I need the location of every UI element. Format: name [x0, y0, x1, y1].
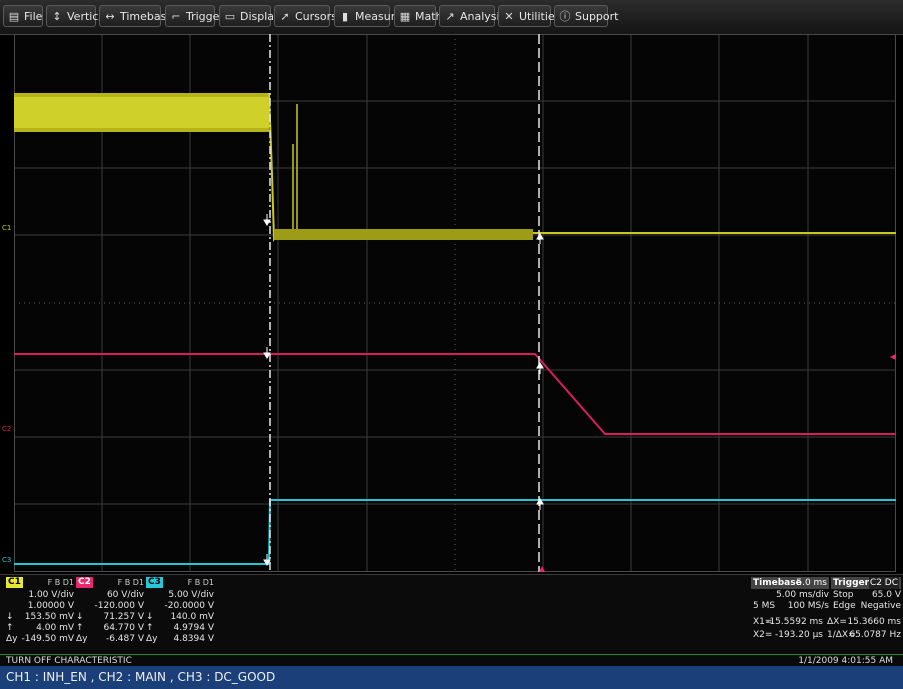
- trigger-level-marker: [890, 354, 896, 360]
- c2-dy-label: Δy: [76, 634, 88, 644]
- c3-cursor1-value: 140.0 mV: [170, 612, 214, 622]
- c2-dy-value: -6.487 V: [105, 634, 144, 644]
- c2-descriptor[interactable]: C2 F B D1 60 V/div -120.000 V ↓ 71.257 V…: [76, 577, 144, 653]
- analysis-menu-button[interactable]: ↗ Analysis: [439, 5, 505, 27]
- cursor-x1-value: -15.5592 ms: [766, 617, 823, 627]
- c3-cursor2-value: 4.9794 V: [173, 623, 214, 633]
- menu-label: File: [24, 10, 43, 23]
- trigger-header: Trigger C2 DC: [831, 577, 901, 589]
- c2-offset: -120.000 V: [94, 601, 144, 611]
- cursor-dx-label: ΔX=: [827, 617, 847, 627]
- c2-vdiv: 60 V/div: [106, 590, 144, 600]
- c1-dy-value: -149.50 mV: [21, 634, 74, 644]
- vertical-icon: ↕: [52, 10, 62, 23]
- down-arrow-icon: ↓: [146, 612, 154, 622]
- c2-cursor1-value: 71.257 V: [103, 612, 144, 622]
- analysis-icon: ↗: [445, 10, 455, 23]
- c1-vdiv: 1.00 V/div: [28, 590, 74, 600]
- utilities-menu-button[interactable]: ✕ Utilities: [498, 5, 560, 27]
- vertical-menu-button[interactable]: ↕ Vertical: [46, 5, 108, 27]
- down-arrow-icon: ↓: [6, 612, 14, 622]
- timebase-tdiv: 5.00 ms/div: [776, 590, 829, 600]
- cursor-dx-value: 15.3660 ms: [847, 617, 901, 627]
- cursors-menu-button[interactable]: ➚ Cursors: [274, 5, 337, 27]
- trigger-box[interactable]: Trigger C2 DC Stop 65.0 V Edge Negative: [831, 577, 901, 611]
- c3-vdiv: 5.00 V/div: [168, 590, 214, 600]
- c2-ground-label: C2: [2, 425, 12, 433]
- support-icon: ⓘ: [559, 10, 571, 23]
- timebase-trigger-panel[interactable]: Timebase 5.0 ms 5.00 ms/div 5 MS 100 MS/s…: [751, 577, 901, 643]
- c1-descriptor[interactable]: C1 F B D1 1.00 V/div 1.00000 V ↓ 153.50 …: [6, 577, 74, 653]
- c1-dy-label: Δy: [6, 634, 18, 644]
- timebase-icon: ↔: [105, 10, 115, 23]
- timebase-box[interactable]: Timebase 5.0 ms 5.00 ms/div 5 MS 100 MS/s: [751, 577, 829, 611]
- up-arrow-icon: ↑: [76, 623, 84, 633]
- utilities-icon: ✕: [504, 10, 514, 23]
- c3-ground-label: C3: [2, 556, 12, 564]
- display-menu-button[interactable]: ▭ Display: [219, 5, 281, 27]
- trigger-level: 65.0 V: [871, 590, 901, 600]
- c3-dy-value: 4.8394 V: [173, 634, 214, 644]
- support-menu-button[interactable]: ⓘ Support: [554, 5, 618, 27]
- measure-menu-button[interactable]: ▮ Measure: [334, 5, 402, 27]
- display-icon: ▭: [224, 10, 236, 23]
- waveform-canvas: [14, 34, 896, 572]
- c1-offset: 1.00000 V: [27, 601, 74, 611]
- cursors-icon: ➚: [280, 10, 290, 23]
- c1-ground-label: C1: [2, 224, 12, 232]
- channel-description: CH1 : INH_EN , CH2 : MAIN , CH3 : DC_GOO…: [0, 666, 903, 689]
- timebase-rate: 100 MS/s: [787, 601, 829, 611]
- math-icon: ▦: [399, 10, 411, 23]
- trigger-mode: Stop: [833, 590, 854, 600]
- info-panel: C1 F B D1 1.00 V/div 1.00000 V ↓ 153.50 …: [0, 574, 903, 655]
- file-menu-button[interactable]: ▤ File: [3, 5, 43, 27]
- trigger-slope: Negative: [860, 601, 901, 611]
- c3-offset: -20.0000 V: [164, 601, 214, 611]
- menu-label: Support: [575, 10, 619, 23]
- timebase-menu-button[interactable]: ↔ Timebase: [99, 5, 173, 27]
- c1-noise-low: [274, 229, 533, 240]
- up-arrow-icon: ↑: [6, 623, 14, 633]
- timebase-header: Timebase 5.0 ms: [751, 577, 829, 589]
- c1-noise-core: [14, 97, 269, 128]
- down-arrow-icon: ↓: [76, 612, 84, 622]
- c3-flags: F B D1: [187, 578, 214, 587]
- measure-icon: ▮: [341, 10, 349, 23]
- trigger-menu-button[interactable]: ⌐ Trigger: [165, 5, 224, 27]
- menu-label: Cursors: [295, 10, 337, 23]
- cursor-inv-value: 65.0787 Hz: [849, 630, 901, 640]
- c2-cursor2-value: 64.770 V: [103, 623, 144, 633]
- c1-badge: C1: [6, 577, 23, 588]
- cursor-x2-label: X2=: [753, 630, 773, 640]
- c3-badge: C3: [146, 577, 163, 588]
- trigger-icon: ⌐: [171, 10, 181, 23]
- file-icon: ▤: [8, 10, 20, 23]
- c2-flags: F B D1: [117, 578, 144, 587]
- timebase-samples: 5 MS: [753, 601, 776, 611]
- c2-badge: C2: [76, 577, 93, 588]
- c3-descriptor[interactable]: C3 F B D1 5.00 V/div -20.0000 V ↓ 140.0 …: [146, 577, 214, 653]
- cursor-markers: [263, 214, 544, 566]
- menu-bar: ▤ File ↕ Vertical ↔ Timebase ⌐ Trigger ▭ Disp…: [0, 0, 903, 35]
- c1-trace: [14, 92, 896, 243]
- c3-dy-label: Δy: [146, 634, 158, 644]
- math-menu-button[interactable]: ▦ Math: [394, 5, 443, 27]
- trigger-type: Edge: [833, 601, 856, 611]
- up-arrow-icon: ↑: [146, 623, 154, 633]
- trigger-position-marker: [539, 566, 545, 572]
- c1-cursor2-value: 4.00 mV: [36, 623, 74, 633]
- cursor-x2-value: -193.20 µs: [774, 630, 823, 640]
- waveform-grid[interactable]: C1 C2 C3: [2, 34, 896, 572]
- c1-flags: F B D1: [47, 578, 74, 587]
- c1-cursor1-value: 153.50 mV: [24, 612, 74, 622]
